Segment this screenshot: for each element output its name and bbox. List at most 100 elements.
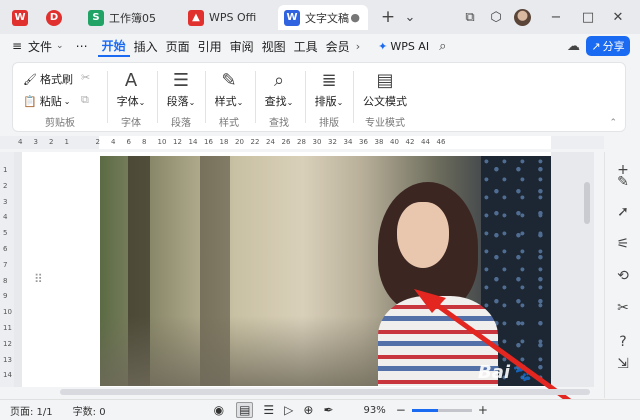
new-tab-button[interactable]: + (378, 7, 398, 27)
outline-view-icon[interactable]: ☰ (263, 403, 274, 417)
web-view-icon[interactable]: ⊕ (303, 403, 313, 417)
official-doc-label: 公文模式 (363, 95, 407, 108)
ruler-tick-label: 7 (3, 260, 8, 269)
avatar[interactable] (514, 9, 531, 26)
file-menu[interactable]: 文件 (24, 38, 56, 55)
drag-handle-icon[interactable]: ⠿ (34, 272, 43, 286)
select-cursor-icon[interactable]: ➚ (613, 202, 633, 222)
adjust-sliders-icon[interactable]: ⚟ (613, 234, 633, 254)
ruler-tick-label: 12 (3, 339, 12, 348)
edit-pen-icon[interactable]: ✎ (613, 172, 633, 192)
layout-button[interactable]: ≣ 排版⌄ (309, 69, 349, 109)
window-layout-icon[interactable]: ⧉ (460, 8, 480, 26)
tab-wps-office[interactable]: ▲ WPS Offi (182, 5, 272, 30)
font-button[interactable]: A 字体⌄ (111, 69, 151, 109)
search-icon[interactable]: ⌕ (439, 39, 446, 54)
tab-home[interactable]: 开始 (97, 35, 130, 57)
zoom-in-button[interactable]: + (478, 403, 488, 417)
docer-tab[interactable]: D (40, 5, 72, 30)
tab-spreadsheet[interactable]: S 工作簿05 (82, 5, 174, 30)
ruler-tick-label: 4 (3, 213, 8, 222)
horizontal-ruler[interactable]: 4 3 2 1 2 4 6 8 10 12 14 16 18 20 22 24 26 28 30 32 34 36 38 40… (0, 136, 604, 149)
cut-icon[interactable]: ✂ (81, 71, 90, 84)
paste-label: 粘贴 (39, 95, 62, 108)
chevron-down-icon[interactable]: ⌄ (56, 41, 64, 51)
tab-insert[interactable]: 插入 (130, 38, 162, 55)
play-icon[interactable]: ▷ (284, 403, 293, 417)
tab-list-dropdown[interactable]: ⌄ (400, 8, 420, 26)
layout-icon: ≣ (321, 70, 337, 91)
group-label: 排版 (319, 118, 339, 129)
baidu-paw-icon: 🐾 (510, 362, 533, 383)
pen-icon[interactable]: ✒ (323, 403, 333, 417)
word-count[interactable]: 字数: 0 (73, 403, 106, 418)
official-doc-button[interactable]: ▤ 公文模式 (357, 69, 413, 109)
page-counter[interactable]: 页面: 1/1 (10, 403, 53, 418)
tab-tools[interactable]: 工具 (290, 38, 322, 55)
tools-icon[interactable]: ✂ (613, 298, 633, 318)
find-button[interactable]: ⌕ 查找⌄ (259, 69, 299, 109)
ruler-tick-label: 13 (3, 355, 12, 364)
page-view-icon[interactable]: ▤ (236, 402, 254, 418)
find-group: ⌕ 查找⌄ 查找 (259, 67, 299, 129)
help-icon[interactable]: ? (613, 332, 633, 352)
style-button[interactable]: ✎ 样式⌄ (209, 69, 249, 109)
ruler-tick-label: 46 (436, 138, 446, 146)
share-icon: ↗ (591, 39, 601, 53)
ruler-tick-label: 2 (3, 181, 8, 190)
collapse-sidebar-icon[interactable]: ⇲ (613, 354, 633, 374)
tab-page[interactable]: 页面 (162, 38, 194, 55)
group-label: 剪贴板 (45, 118, 75, 129)
ruler-tick-label: 2 (49, 138, 54, 146)
style-label: 样式 (214, 95, 237, 108)
maximize-button[interactable]: □ (578, 8, 598, 26)
zoom-level[interactable]: 93% (364, 405, 386, 416)
minimize-button[interactable]: − (546, 8, 566, 26)
horizontal-scrollbar[interactable] (60, 389, 590, 395)
wps-ai-button[interactable]: WPS AI (390, 40, 429, 53)
vertical-scrollbar[interactable] (584, 182, 590, 224)
tab-view[interactable]: 视图 (258, 38, 290, 55)
wps-home-tab[interactable]: W (6, 5, 36, 30)
cube-icon[interactable]: ⬡ (486, 8, 506, 26)
zoom-slider[interactable] (411, 408, 472, 412)
paste-icon: 📋 (23, 94, 37, 108)
font-icon: A (124, 70, 138, 91)
ruler-tick-label: 14 (188, 138, 198, 146)
share-button[interactable]: ↗ 分享 (586, 36, 630, 56)
cloud-upload-icon[interactable]: ☁ (567, 39, 580, 54)
ruler-tick-label: 38 (374, 138, 384, 146)
zoom-out-button[interactable]: − (396, 403, 406, 417)
inserted-photo[interactable] (100, 156, 551, 386)
more-menu-button[interactable]: ⋯ (72, 39, 92, 53)
ruler-tick-label: 4 (18, 138, 23, 146)
divider (157, 71, 158, 123)
share-label: 分享 (602, 40, 625, 53)
tab-document[interactable]: W 文字文稿 ● (278, 5, 368, 30)
ruler-tick-label: 2 (95, 138, 100, 146)
collapse-ribbon-icon[interactable]: ⌃ (609, 118, 617, 128)
ruler-tick-label: 10 (157, 138, 167, 146)
vertical-ruler[interactable]: 1 2 3 4 5 6 7 8 9 10 11 12 13 14 (0, 152, 14, 387)
paragraph-icon: ☰ (172, 70, 190, 91)
close-button[interactable]: ✕ (608, 8, 628, 26)
official-doc-icon: ▤ (376, 70, 394, 91)
eye-protection-icon[interactable]: ◉ (214, 403, 224, 417)
format-painter-button[interactable]: 🖌 格式刷 (23, 71, 73, 87)
ruler-tick-label: 44 (421, 138, 430, 146)
paste-button[interactable]: 📋 粘贴 ⌄ (23, 93, 70, 109)
translate-icon[interactable]: ⟲ (613, 266, 633, 286)
tab-review[interactable]: 审阅 (226, 38, 258, 55)
tab-member[interactable]: 会员 (322, 38, 354, 55)
unsaved-dot-icon[interactable]: ● (350, 11, 360, 24)
wps-logo-icon: W (12, 9, 28, 26)
copy-icon[interactable]: ⧉ (81, 93, 89, 107)
ruler-tick-label: 4 (111, 138, 116, 146)
hamburger-menu-icon[interactable]: ≡ (10, 39, 24, 53)
tab-references[interactable]: 引用 (194, 38, 226, 55)
ruler-tick-label: 11 (3, 324, 12, 332)
ruler-tick-label: 26 (281, 138, 291, 146)
ruler-text-area (99, 136, 551, 149)
chevron-right-icon[interactable]: › (356, 40, 360, 53)
paragraph-button[interactable]: ☰ 段落⌄ (161, 69, 201, 109)
